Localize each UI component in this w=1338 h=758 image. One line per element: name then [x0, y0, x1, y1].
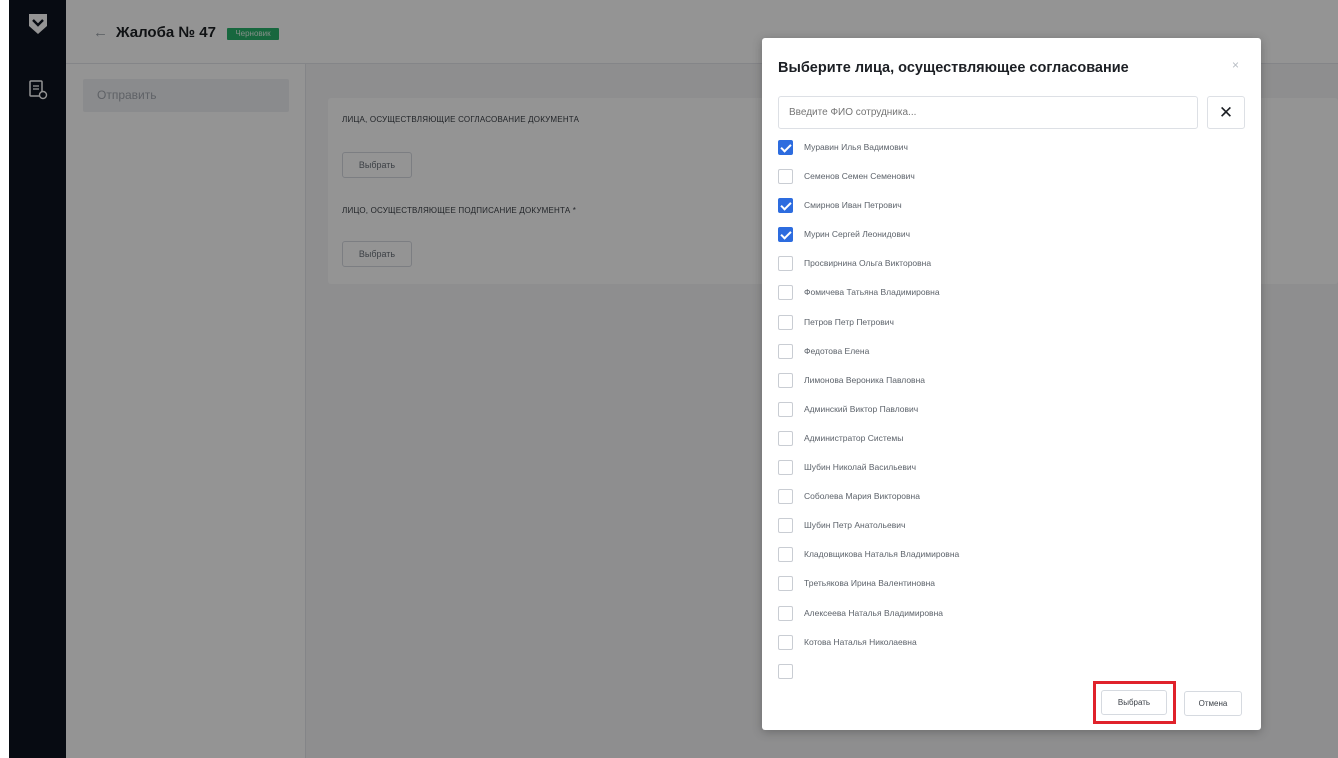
highlight-frame: Выбрать: [1093, 681, 1176, 724]
checkbox[interactable]: [778, 401, 793, 417]
employee-list-item[interactable]: Шубин Петр Анатольевич: [778, 518, 1248, 547]
checkbox[interactable]: [778, 314, 793, 330]
employee-name: Мурин Сергей Леонидович: [804, 229, 911, 240]
employee-list-item[interactable]: Кладовщикова Наталья Владимировна: [778, 547, 1248, 576]
modal-title: Выберите лица, осуществляющее согласован…: [778, 60, 1129, 76]
checkbox-checked[interactable]: [778, 227, 793, 243]
employee-list-item[interactable]: Админский Виктор Павлович: [778, 401, 1248, 431]
employee-list-item[interactable]: Фомичева Татьяна Владимировна: [778, 285, 1248, 314]
employee-list-item[interactable]: Соболева Мария Викторовна: [778, 489, 1248, 518]
employee-list-item[interactable]: Смирнов Иван Петрович: [778, 198, 1248, 227]
checkbox-checked[interactable]: [778, 140, 793, 155]
employee-name: Админский Виктор Павлович: [804, 403, 919, 414]
checkbox[interactable]: [778, 605, 793, 621]
checkbox[interactable]: [778, 460, 793, 476]
checkbox[interactable]: [778, 430, 793, 446]
employee-name: Соболева Мария Викторовна: [804, 491, 920, 502]
employee-list-item[interactable]: Просвирнина Ольга Викторовна: [778, 256, 1248, 285]
employee-name: Третьякова Ирина Валентиновна: [804, 578, 936, 589]
employee-name: Смирнов Иван Петрович: [804, 200, 902, 211]
checkbox[interactable]: [778, 372, 793, 388]
employee-list-item[interactable]: Алексеева Наталья Владимировна: [778, 605, 1248, 635]
checkbox[interactable]: [778, 518, 793, 534]
modal-select-button[interactable]: Выбрать: [1101, 690, 1167, 715]
employee-name: Петров Петр Петрович: [804, 316, 894, 327]
employee-list-item[interactable]: Котова Наталья Николаевна: [778, 634, 1248, 664]
employee-name: Просвирнина Ольга Викторовна: [804, 258, 932, 269]
employee-name: Администратор Системы: [804, 432, 904, 443]
checkbox[interactable]: [778, 663, 793, 679]
employee-name: Фомичева Татьяна Владимировна: [804, 287, 940, 298]
employee-name: Алексеева Наталья Владимировна: [804, 607, 943, 618]
employee-list-item[interactable]: Федотова Елена: [778, 343, 1248, 373]
approvers-modal: Выберите лица, осуществляющее согласован…: [762, 38, 1261, 730]
employee-name: Семенов Семен Семенович: [804, 171, 915, 182]
checkbox[interactable]: [778, 343, 793, 359]
employee-name: Лимонова Вероника Павловна: [804, 374, 925, 385]
employee-list-item[interactable]: Третьякова Ирина Валентиновна: [778, 576, 1248, 605]
modal-close-icon[interactable]: ×: [1232, 58, 1239, 72]
checkbox[interactable]: [778, 169, 793, 185]
employee-name: Шубин Петр Анатольевич: [804, 520, 906, 531]
employee-list[interactable]: Муравин Илья Вадимович Семенов Семен Семе…: [778, 140, 1248, 684]
employee-list-item[interactable]: Петров Петр Петрович: [778, 314, 1248, 344]
employee-list-item[interactable]: [778, 663, 1248, 684]
checkbox[interactable]: [778, 256, 793, 272]
employee-list-item[interactable]: Лимонова Вероника Павловна: [778, 372, 1248, 402]
employee-name: Котова Наталья Николаевна: [804, 636, 917, 647]
checkbox[interactable]: [778, 489, 793, 505]
checkbox[interactable]: [778, 576, 793, 592]
checkbox[interactable]: [778, 547, 793, 563]
employee-list-item[interactable]: Муравин Илья Вадимович: [778, 140, 1248, 169]
employee-name: Федотова Елена: [804, 345, 870, 356]
clear-search-button[interactable]: ✕: [1207, 96, 1245, 129]
modal-cancel-button[interactable]: Отмена: [1184, 691, 1242, 716]
checkbox[interactable]: [778, 634, 793, 650]
checkbox[interactable]: [778, 285, 793, 301]
employee-name: Шубин Николай Васильевич: [804, 462, 917, 473]
employee-search-input[interactable]: [778, 96, 1198, 129]
employee-list-item[interactable]: Семенов Семен Семенович: [778, 169, 1248, 198]
employee-name: Кладовщикова Наталья Владимировна: [804, 549, 960, 560]
employee-list-item[interactable]: Администратор Системы: [778, 430, 1248, 460]
employee-list-item[interactable]: Шубин Николай Васильевич: [778, 460, 1248, 489]
employee-list-item[interactable]: Мурин Сергей Леонидович: [778, 227, 1248, 256]
employee-name: Муравин Илья Вадимович: [804, 142, 908, 152]
checkbox-checked[interactable]: [778, 198, 793, 214]
